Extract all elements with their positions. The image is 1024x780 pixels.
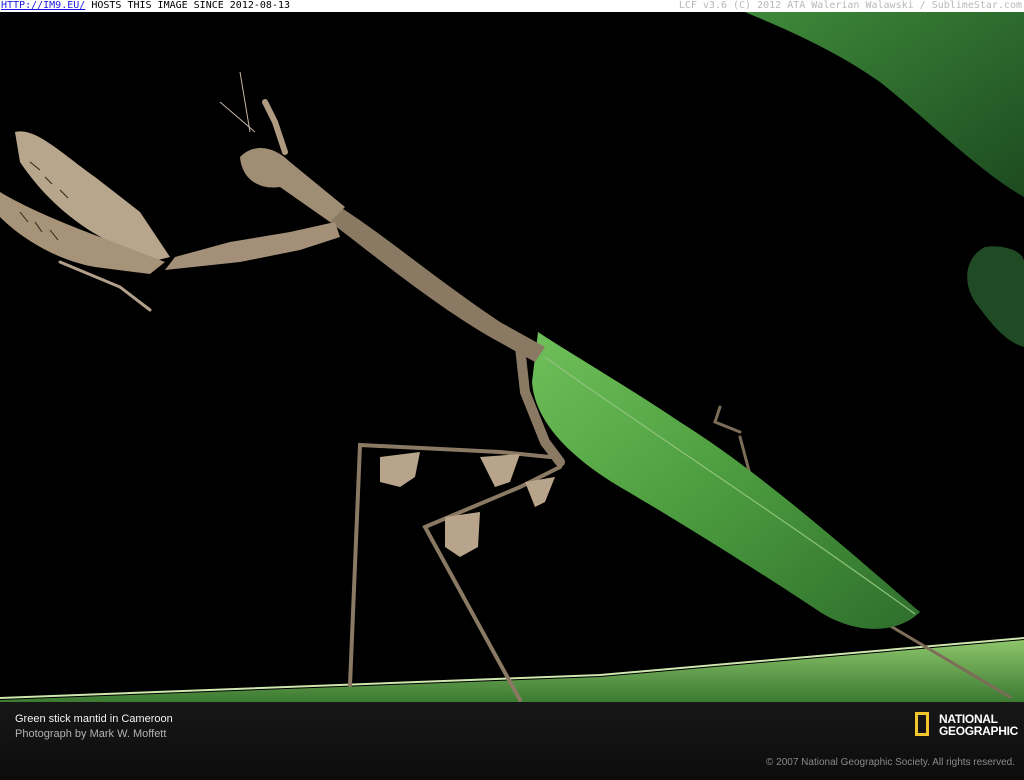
host-since-text: HOSTS THIS IMAGE SINCE 2012-08-13 xyxy=(85,0,290,11)
host-banner: HTTP://IM9.EU/ HOSTS THIS IMAGE SINCE 20… xyxy=(0,0,1024,12)
national-geographic-logo: NATIONAL GEOGRAPHIC xyxy=(915,712,1020,742)
mantid-illustration xyxy=(0,12,1024,702)
caption-band: Green stick mantid in Cameroon Photograp… xyxy=(0,702,1024,780)
logo-wordmark: NATIONAL GEOGRAPHIC xyxy=(939,713,1018,737)
yellow-frame-icon xyxy=(915,712,929,736)
photo-credit: Photograph by Mark W. Moffett xyxy=(15,728,167,740)
host-link[interactable]: HTTP://IM9.EU/ xyxy=(1,0,85,11)
logo-line-2: GEOGRAPHIC xyxy=(939,724,1019,738)
photo-title: Green stick mantid in Cameroon xyxy=(15,713,173,725)
copyright-notice: © 2007 National Geographic Society. All … xyxy=(766,757,1015,768)
mantid-photo xyxy=(0,12,1024,702)
viewer-credit: LCF v3.6 (C) 2012 ATA Walerian Walawski … xyxy=(678,0,1022,11)
